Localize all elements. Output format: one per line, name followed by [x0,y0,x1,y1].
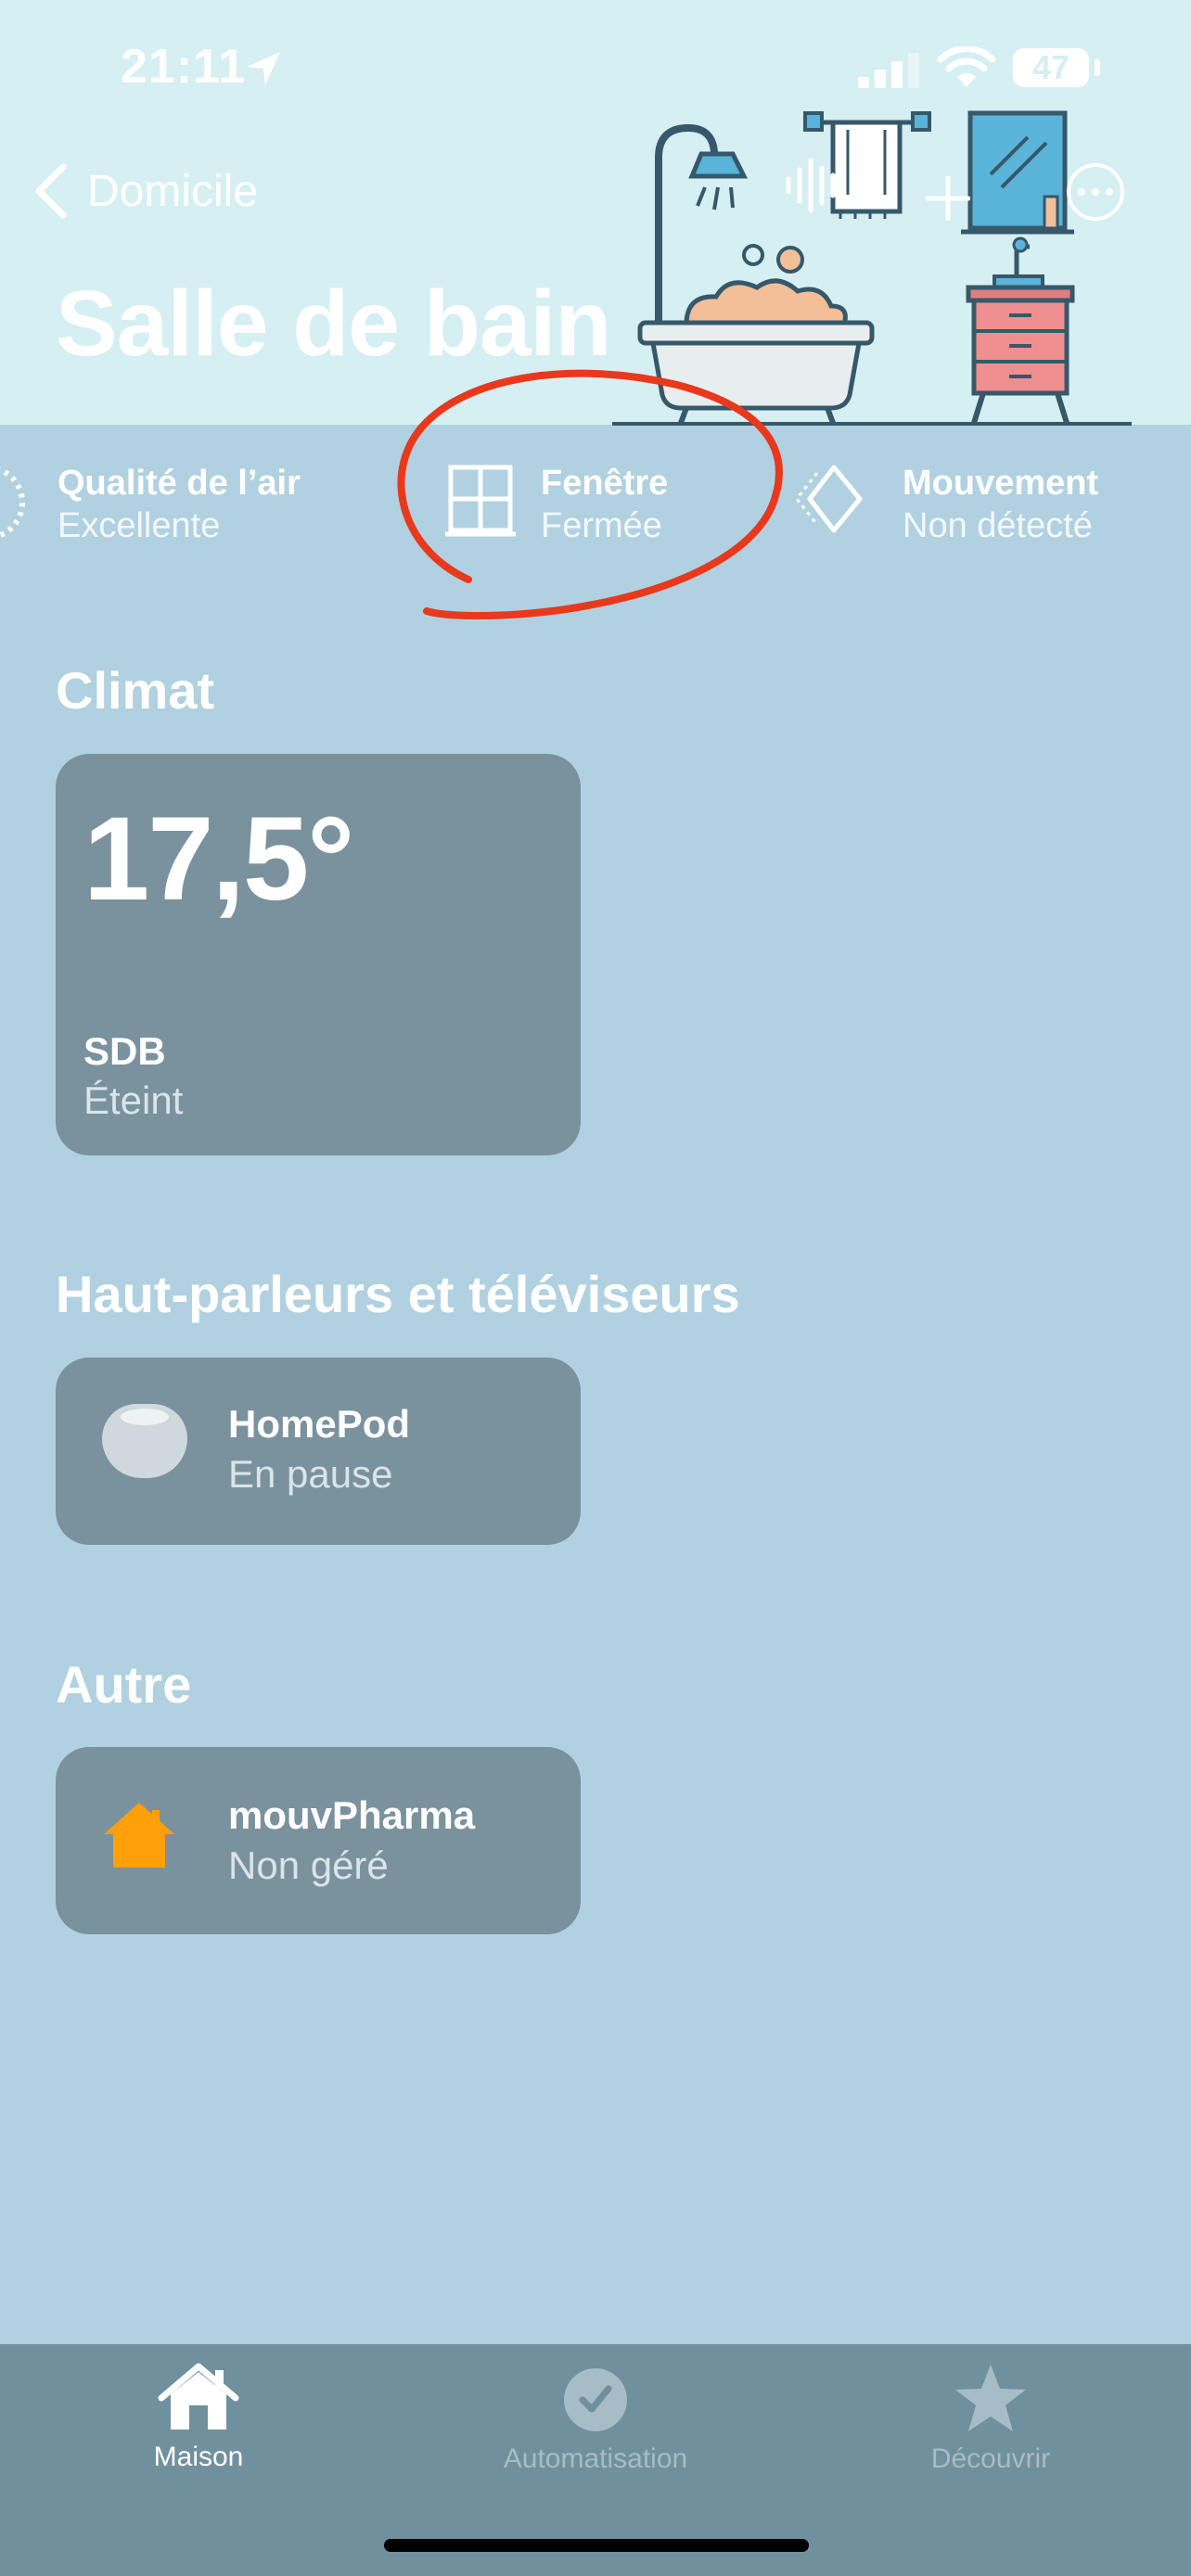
tab-decouvrir[interactable]: Découvrir [852,2363,1130,2475]
tab-maison[interactable]: Maison [59,2363,338,2473]
more-dot [1106,188,1113,196]
status-name: Qualité de l’air [58,464,301,503]
thermostat-name: SDB [83,1029,166,1073]
back-button[interactable]: Domicile [33,163,258,219]
accessory-state: Non géré [228,1843,389,1887]
status-air-quality[interactable]: Qualité de l’air Excellente [0,445,371,547]
status-time: 21:11 [121,40,247,94]
more-dot [1078,188,1085,196]
tab-label: Découvrir [930,2443,1051,2474]
homepod-tile[interactable]: HomePod En pause [56,1358,581,1545]
status-value: Non détecté [903,506,1093,545]
battery-indicator: 47 [1013,48,1089,87]
add-icon[interactable] [926,176,970,221]
tab-label: Maison [153,2442,244,2472]
motion-sensor-icon [795,465,863,533]
clock-check-icon [564,2368,627,2431]
tab-automatisation[interactable]: Automatisation [456,2363,735,2475]
house-icon [158,2363,239,2429]
thermostat-state: Éteint [83,1078,184,1122]
red-circle-annotation [397,369,783,619]
tab-label: Automatisation [503,2443,688,2474]
room-header: 21:11 47 Domicile Salle de bain [0,0,1191,426]
battery-level: 47 [1031,48,1070,86]
status-motion[interactable]: Mouvement Non détecté [793,445,1191,547]
status-name: Mouvement [903,464,1099,503]
more-options-button[interactable] [1067,163,1124,221]
home-indicator[interactable] [384,2539,809,2552]
status-value: Excellente [58,506,221,545]
thermostat-tile[interactable]: 17,5° SDB Éteint [56,754,581,1155]
temperature-value: 17,5° [83,793,354,925]
section-title-speakers: Haut-parleurs et téléviseurs [56,1265,740,1323]
battery-tip [1095,59,1100,76]
more-dot [1092,188,1099,196]
back-label: Domicile [87,166,259,216]
accessory-name: mouvPharma [228,1793,476,1837]
location-arrow-icon [247,52,280,85]
air-quality-gauge-icon [0,466,25,539]
section-title-other: Autre [56,1655,192,1714]
wifi-icon [937,46,996,87]
accessory-name: HomePod [228,1402,411,1446]
star-icon [955,2365,1026,2431]
house-icon [104,1803,174,1868]
page-title: Salle de bain [56,272,611,376]
intercom-waveform-icon[interactable] [784,153,849,218]
chevron-left-icon [35,163,67,219]
section-title-climate: Climat [56,661,215,720]
homepod-top [121,1409,169,1425]
cellular-signal-icon [858,53,919,88]
accessory-state: En pause [228,1452,393,1496]
mouvpharma-tile[interactable]: mouvPharma Non géré [56,1747,581,1934]
